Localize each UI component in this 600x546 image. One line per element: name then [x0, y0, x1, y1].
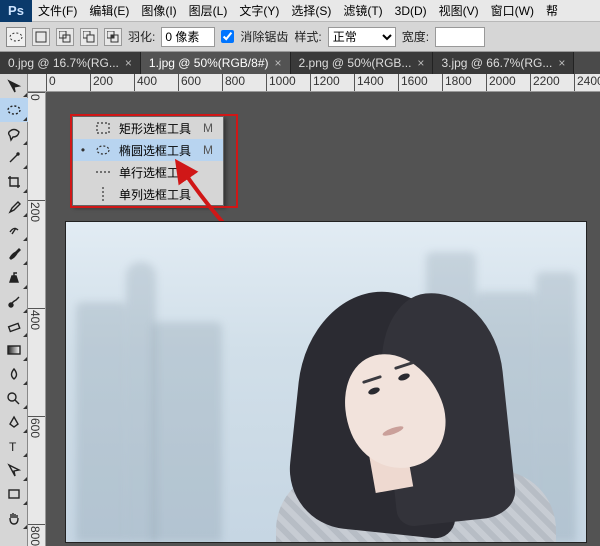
- flyout-item[interactable]: • 椭圆选框工具 M: [73, 139, 223, 161]
- document-image[interactable]: [66, 222, 586, 542]
- lasso-tool[interactable]: [0, 122, 28, 146]
- path-selection-tool[interactable]: [0, 458, 28, 482]
- gradient-tool[interactable]: [0, 338, 28, 362]
- type-tool[interactable]: T: [0, 434, 28, 458]
- dodge-tool[interactable]: [0, 386, 28, 410]
- pen-tool[interactable]: [0, 410, 28, 434]
- menu-l[interactable]: 图层(L): [183, 0, 234, 22]
- menu-w[interactable]: 窗口(W): [485, 0, 540, 22]
- marquee-flyout-menu: 矩形选框工具 M • 椭圆选框工具 M 单行选框工具单列选框工具: [72, 116, 224, 206]
- menu-i[interactable]: 图像(I): [135, 0, 182, 22]
- flyout-label: 单行选框工具: [119, 164, 191, 181]
- ruler-vertical: 0200400600800: [28, 92, 46, 546]
- selection-new-button[interactable]: [32, 28, 50, 46]
- close-icon[interactable]: ×: [417, 52, 424, 74]
- close-icon[interactable]: ×: [275, 52, 282, 74]
- ellipse-marquee-icon: [9, 30, 23, 44]
- shortcut-label: M: [199, 143, 213, 157]
- document-tab[interactable]: 1.jpg @ 50%(RGB/8#)×: [141, 52, 291, 74]
- antialias-label: 消除锯齿: [240, 28, 288, 45]
- document-tab[interactable]: 2.png @ 50%(RGB...×: [291, 52, 434, 74]
- eyedropper-tool[interactable]: [0, 194, 28, 218]
- active-tool-indicator[interactable]: [6, 27, 26, 47]
- flyout-item[interactable]: 单行选框工具: [73, 161, 223, 183]
- blur-tool[interactable]: [0, 362, 28, 386]
- canvas-area[interactable]: 矩形选框工具 M • 椭圆选框工具 M 单行选框工具单列选框工具: [46, 92, 600, 546]
- style-label: 样式:: [294, 28, 321, 45]
- flyout-item[interactable]: 矩形选框工具 M: [73, 117, 223, 139]
- tool-palette: T: [0, 74, 28, 546]
- flyout-label: 单列选框工具: [119, 186, 191, 203]
- flyout-label: 椭圆选框工具: [119, 142, 191, 159]
- feather-input[interactable]: [161, 27, 215, 47]
- ruler-horizontal: 0200400600800100012001400160018002000220…: [28, 74, 600, 92]
- feather-label: 羽化:: [128, 28, 155, 45]
- menu-[interactable]: 帮: [540, 0, 564, 22]
- menu-bar: Ps 文件(F)编辑(E)图像(I)图层(L)文字(Y)选择(S)滤镜(T)3D…: [0, 0, 600, 22]
- options-bar: 羽化: 消除锯齿 样式: 正常 宽度:: [0, 22, 600, 52]
- magic-wand-tool[interactable]: [0, 146, 28, 170]
- menu-dd[interactable]: 3D(D): [389, 0, 433, 22]
- close-icon[interactable]: ×: [558, 52, 565, 74]
- crop-tool[interactable]: [0, 170, 28, 194]
- document-tab[interactable]: 0.jpg @ 16.7%(RG...×: [0, 52, 141, 74]
- document-tabs: 0.jpg @ 16.7%(RG...×1.jpg @ 50%(RGB/8#)×…: [0, 52, 600, 74]
- menu-e[interactable]: 编辑(E): [83, 0, 135, 22]
- brush-tool[interactable]: [0, 242, 28, 266]
- check-mark: •: [79, 143, 87, 157]
- style-select[interactable]: 正常: [328, 27, 396, 47]
- menu-s[interactable]: 选择(S): [285, 0, 337, 22]
- document-tab[interactable]: 3.jpg @ 66.7%(RG...×: [433, 52, 574, 74]
- row-marquee-icon: [95, 164, 111, 180]
- col-marquee-icon: [95, 186, 111, 202]
- selection-add-button[interactable]: [56, 28, 74, 46]
- selection-intersect-button[interactable]: [104, 28, 122, 46]
- close-icon[interactable]: ×: [125, 52, 132, 74]
- ellipse-marquee-icon: [95, 142, 111, 158]
- app-logo: Ps: [0, 0, 32, 22]
- marquee-tool[interactable]: [0, 98, 28, 122]
- selection-subtract-button[interactable]: [80, 28, 98, 46]
- hand-tool[interactable]: [0, 506, 28, 530]
- flyout-label: 矩形选框工具: [119, 120, 191, 137]
- menu-v[interactable]: 视图(V): [433, 0, 485, 22]
- healing-brush-tool[interactable]: [0, 218, 28, 242]
- rect-marquee-icon: [95, 120, 111, 136]
- shortcut-label: M: [199, 121, 213, 135]
- width-input: [435, 27, 485, 47]
- flyout-item[interactable]: 单列选框工具: [73, 183, 223, 205]
- width-label: 宽度:: [402, 28, 429, 45]
- menu-y[interactable]: 文字(Y): [233, 0, 285, 22]
- portrait-subject: [246, 292, 546, 542]
- svg-text:T: T: [9, 440, 17, 454]
- menu-f[interactable]: 文件(F): [32, 0, 83, 22]
- rectangle-shape-tool[interactable]: [0, 482, 28, 506]
- clone-stamp-tool[interactable]: [0, 266, 28, 290]
- eraser-tool[interactable]: [0, 314, 28, 338]
- menu-t[interactable]: 滤镜(T): [337, 0, 388, 22]
- history-brush-tool[interactable]: [0, 290, 28, 314]
- antialias-checkbox[interactable]: [221, 30, 234, 43]
- move-tool[interactable]: [0, 74, 28, 98]
